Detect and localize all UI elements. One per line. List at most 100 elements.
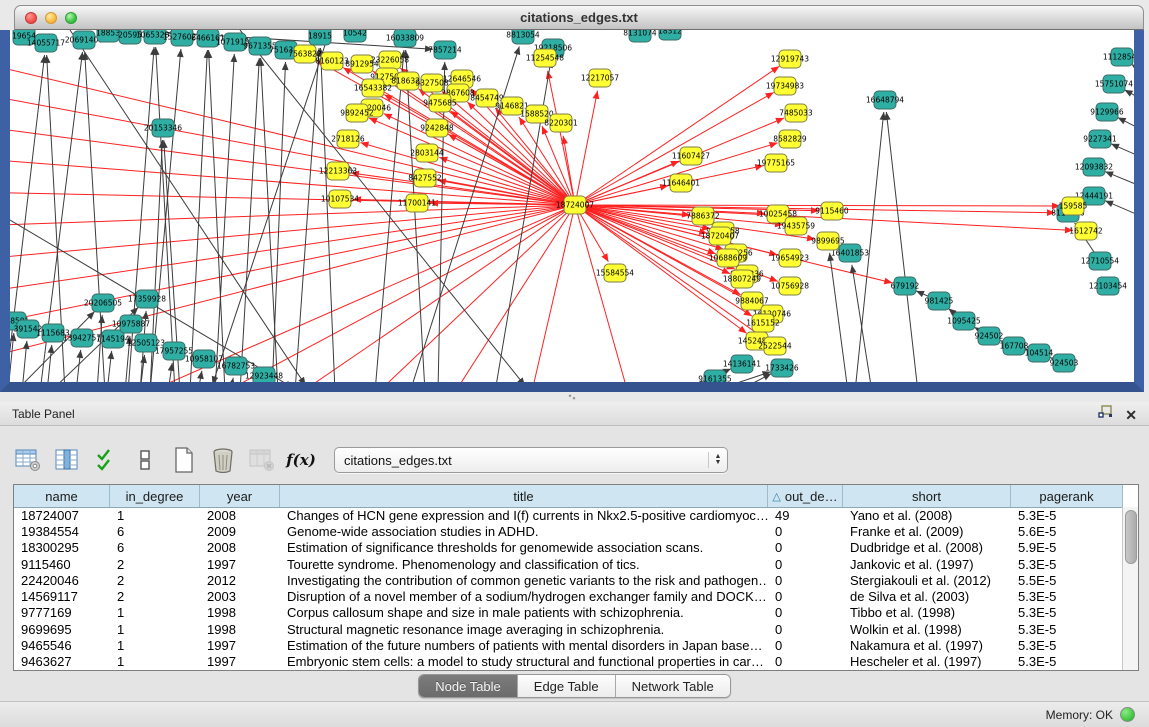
- delete-table-icon[interactable]: [248, 446, 276, 474]
- table-cell: 14569117: [14, 589, 110, 604]
- scrollbar-thumb[interactable]: [1125, 510, 1137, 564]
- node-label: 9242848: [420, 124, 454, 133]
- tab-node-table[interactable]: Node Table: [419, 675, 518, 697]
- column-header-name[interactable]: name: [14, 485, 110, 507]
- network-window-titlebar[interactable]: citations_edges.txt: [14, 5, 1144, 30]
- table-row[interactable]: 946362711997Embryonic stem cells: a mode…: [14, 654, 1123, 670]
- table-row[interactable]: 1830029562008Estimation of significance …: [14, 540, 1123, 556]
- table-row[interactable]: 969969511998Structural magnetic resonanc…: [14, 621, 1123, 637]
- black-edge[interactable]: [70, 30, 306, 382]
- table-cell: 2012: [200, 573, 280, 588]
- table-cell: 0: [768, 638, 843, 653]
- node-label: 15584554: [596, 269, 634, 278]
- graph-node[interactable]: 19775165: [757, 154, 795, 172]
- graph-node[interactable]: 17359928: [128, 290, 166, 308]
- graph-node[interactable]: 18853: [96, 30, 120, 42]
- tab-network-table[interactable]: Network Table: [616, 675, 730, 697]
- red-edge[interactable]: [290, 205, 575, 382]
- graph-node[interactable]: 12710554: [1081, 252, 1119, 270]
- table-row[interactable]: 946554611997Estimation of the future num…: [14, 637, 1123, 653]
- table-row[interactable]: 2242004622012Investigating the contribut…: [14, 572, 1123, 588]
- graph-node[interactable]: 10756928: [771, 277, 809, 295]
- graph-node[interactable]: 9227341: [1083, 130, 1117, 148]
- graph-node[interactable]: 20206505: [84, 294, 122, 312]
- table-scrollbar[interactable]: [1122, 507, 1138, 670]
- node-label: 12213363: [319, 167, 357, 176]
- black-edge[interactable]: [886, 112, 918, 382]
- selection-mode-icon[interactable]: [92, 446, 120, 474]
- graph-node[interactable]: 19734983: [766, 77, 804, 95]
- graph-node[interactable]: 16033809: [386, 30, 424, 47]
- column-header-out_de[interactable]: △out_de…: [768, 485, 843, 507]
- tab-edge-table[interactable]: Edge Table: [518, 675, 616, 697]
- graph-node[interactable]: 7485033: [779, 104, 813, 122]
- graph-node[interactable]: 924503: [1050, 354, 1079, 372]
- graph-node[interactable]: 12919743: [771, 50, 809, 68]
- graph-node[interactable]: 2803144: [410, 144, 444, 162]
- red-edge[interactable]: [575, 205, 630, 382]
- black-edge[interactable]: [209, 50, 225, 382]
- black-edge[interactable]: [240, 58, 259, 382]
- graph-node[interactable]: 8131074: [623, 30, 657, 42]
- column-header-title[interactable]: title: [280, 485, 768, 507]
- column-header-pagerank[interactable]: pagerank: [1011, 485, 1123, 507]
- edge-arrowhead: [514, 46, 520, 55]
- row-height-icon[interactable]: [131, 446, 159, 474]
- panel-resize-handle[interactable]: [567, 394, 577, 400]
- graph-node[interactable]: 15584554: [596, 264, 634, 282]
- edge-arrowhead: [197, 371, 204, 379]
- graph-node[interactable]: 18312: [658, 30, 682, 40]
- table-cell: 5.3E-5: [1011, 605, 1123, 620]
- graph-node[interactable]: 2718126: [331, 130, 365, 148]
- graph-node[interactable]: 11128540: [1103, 48, 1134, 66]
- table-row[interactable]: 1872400712008Changes of HCN gene express…: [14, 507, 1123, 523]
- graph-node[interactable]: 12213363: [319, 162, 357, 180]
- column-header-short[interactable]: short: [843, 485, 1011, 507]
- black-edge[interactable]: [272, 62, 286, 382]
- node-label: 16782753: [217, 362, 255, 371]
- graph-node[interactable]: 20153346: [144, 119, 182, 137]
- node-label: 2718126: [331, 135, 365, 144]
- graph-node[interactable]: 981425: [925, 292, 954, 310]
- table-cell: Investigating the contribution of common…: [280, 573, 768, 588]
- black-edge[interactable]: [213, 30, 330, 382]
- red-edge[interactable]: [575, 91, 597, 205]
- black-edge[interactable]: [830, 253, 848, 382]
- graph-node[interactable]: 159585: [1059, 197, 1088, 215]
- graph-node[interactable]: 679192: [891, 277, 920, 295]
- network-graph-canvas[interactable]: 1965414055717206914061885320595106532871…: [10, 30, 1134, 382]
- black-edge[interactable]: [261, 58, 278, 382]
- graph-node[interactable]: 11700141: [398, 194, 436, 212]
- graph-node[interactable]: 12103454: [1089, 277, 1127, 295]
- graph-node[interactable]: 8582829: [773, 130, 807, 148]
- table-row[interactable]: 911546021997Tourette syndrome. Phenomeno…: [14, 556, 1123, 572]
- table-cell: 9465546: [14, 638, 110, 653]
- table-cell: 2008: [200, 540, 280, 555]
- close-panel-icon[interactable]: ✕: [1125, 407, 1137, 423]
- black-edge[interactable]: [321, 48, 335, 382]
- graph-node[interactable]: 7857214: [428, 41, 462, 59]
- graph-node[interactable]: 16648794: [866, 91, 904, 109]
- float-panel-icon[interactable]: [1098, 405, 1113, 424]
- table-row[interactable]: 1456911722003Disruption of a novel membe…: [14, 588, 1123, 604]
- select-columns-icon[interactable]: [53, 446, 81, 474]
- black-edge[interactable]: [215, 54, 234, 382]
- function-builder-icon[interactable]: f(x): [287, 446, 315, 474]
- graph-node[interactable]: 19654923: [771, 249, 809, 267]
- column-header-in_degree[interactable]: in_degree: [110, 485, 200, 507]
- create-table-icon[interactable]: [170, 446, 198, 474]
- table-select-dropdown[interactable]: citations_edges.txt ▲▼: [334, 447, 728, 473]
- table-row[interactable]: 977716911998Corpus callosum shape and si…: [14, 605, 1123, 621]
- column-header-year[interactable]: year: [200, 485, 280, 507]
- table-cell: 1997: [200, 557, 280, 572]
- graph-node[interactable]: 12217057: [581, 69, 619, 87]
- graph-node[interactable]: 10542: [343, 30, 367, 42]
- graph-node[interactable]: 1612742: [1069, 222, 1103, 240]
- black-edge[interactable]: [97, 315, 102, 382]
- graph-node[interactable]: 8813054: [506, 30, 540, 44]
- table-row[interactable]: 1938455462009Genome-wide association stu…: [14, 523, 1123, 539]
- red-edge[interactable]: [450, 205, 575, 382]
- delete-trash-icon[interactable]: [209, 446, 237, 474]
- graph-node[interactable]: 18915: [308, 30, 332, 45]
- table-settings-icon[interactable]: [14, 446, 42, 474]
